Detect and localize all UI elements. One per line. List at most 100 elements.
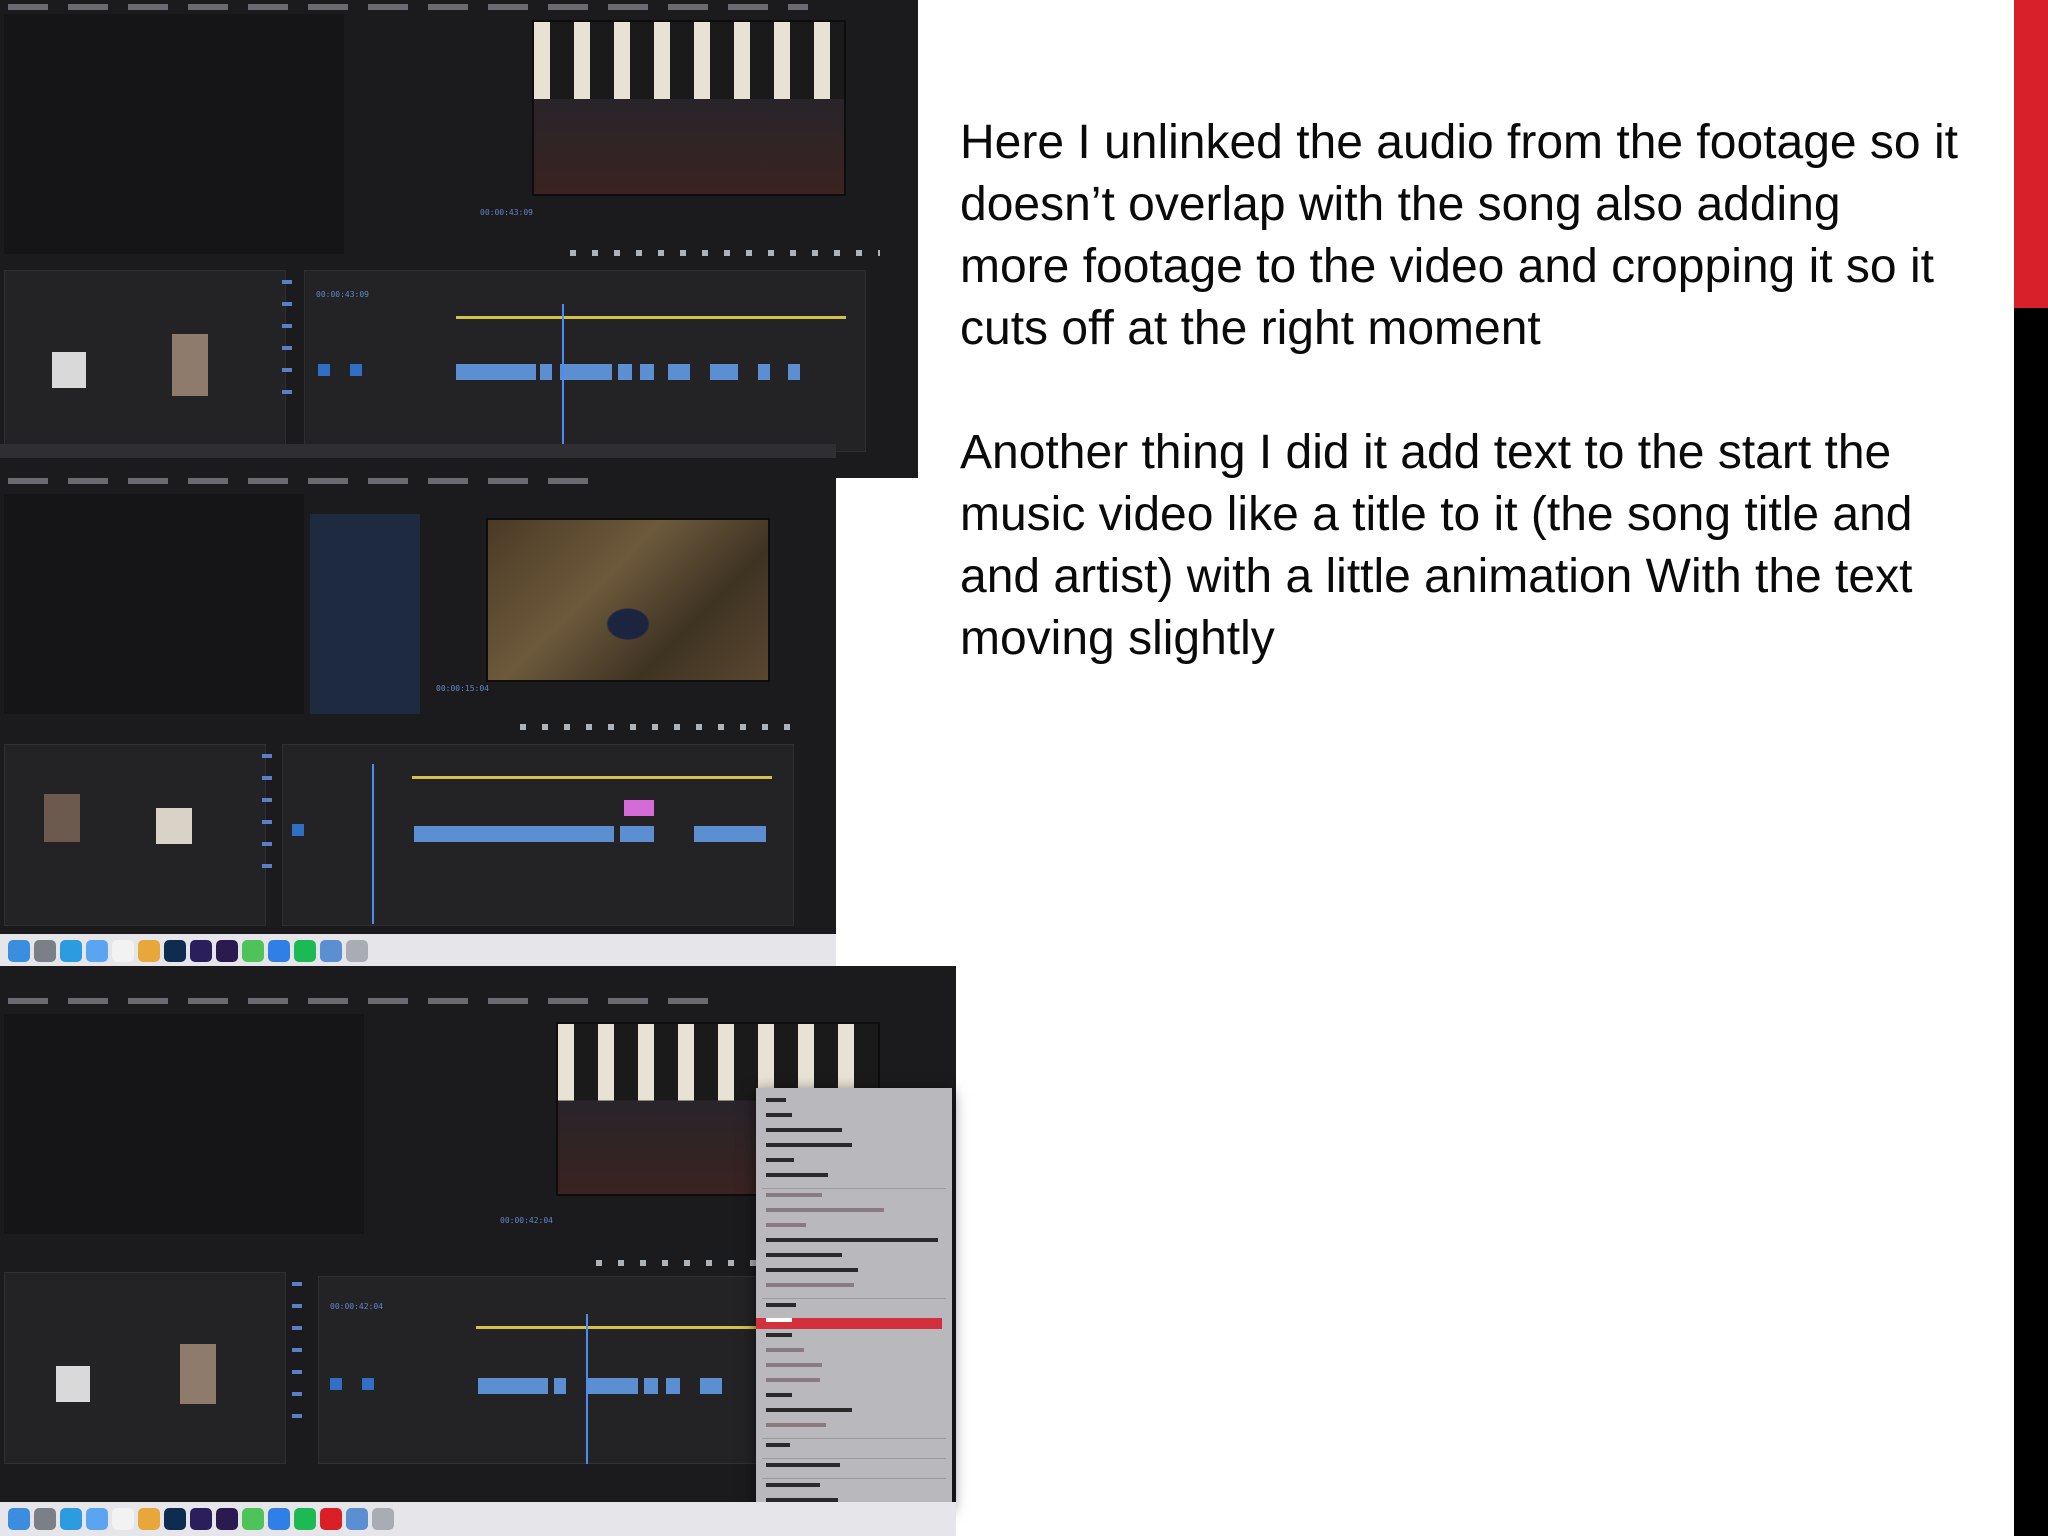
calendar-icon[interactable] [112, 940, 134, 962]
after-effects-icon[interactable] [190, 1508, 212, 1530]
menu-separator [762, 1438, 946, 1439]
menu-item [766, 1348, 804, 1359]
video-clip [478, 1378, 548, 1394]
program-monitor-frame [486, 518, 770, 682]
title-text-clip [624, 800, 654, 816]
spotify-icon[interactable] [294, 1508, 316, 1530]
timecode-readout: 00:00:42:04 [500, 1216, 553, 1225]
accent-bar-black [2014, 308, 2048, 1536]
menu-item[interactable] [766, 1408, 852, 1419]
menu-item[interactable] [766, 1443, 790, 1454]
menu-item-selected[interactable] [756, 1318, 942, 1329]
video-clip [540, 364, 552, 380]
menu-item[interactable] [766, 1393, 792, 1404]
timecode-readout: 00:00:15:04 [436, 684, 489, 693]
mail-icon[interactable] [86, 940, 108, 962]
premiere-icon[interactable] [216, 940, 238, 962]
clip-thumbnail [172, 334, 208, 396]
calendar-icon[interactable] [112, 1508, 134, 1530]
timeline-work-area [476, 1326, 756, 1329]
effect-controls-panel [4, 494, 304, 714]
messages-icon[interactable] [242, 940, 264, 962]
track-target-button [318, 364, 330, 376]
menu-item [766, 1283, 854, 1294]
menu-item[interactable] [766, 1158, 794, 1169]
messages-icon[interactable] [242, 1508, 264, 1530]
mail-icon[interactable] [86, 1508, 108, 1530]
project-panel [4, 270, 286, 472]
menu-item[interactable] [766, 1238, 938, 1249]
menu-item[interactable] [766, 1173, 828, 1184]
video-clip [710, 364, 738, 380]
video-clip [788, 364, 800, 380]
video-clip [644, 1378, 658, 1394]
menu-item[interactable] [766, 1098, 786, 1109]
video-clip [694, 826, 766, 842]
video-clip [588, 1378, 638, 1394]
photoshop-icon[interactable] [164, 1508, 186, 1530]
panel-tab-row [8, 478, 608, 484]
app-store-icon[interactable] [268, 1508, 290, 1530]
menu-item[interactable] [766, 1333, 792, 1344]
menu-item[interactable] [766, 1303, 796, 1314]
finder-icon[interactable] [8, 940, 30, 962]
launchpad-icon[interactable] [34, 940, 56, 962]
timeline-work-area [456, 316, 846, 319]
photos-icon[interactable] [138, 940, 160, 962]
safari-icon[interactable] [60, 940, 82, 962]
timeline-playhead [562, 304, 564, 454]
menu-item[interactable] [766, 1253, 842, 1264]
folder-icon[interactable] [320, 940, 342, 962]
clip-thumbnail [180, 1344, 216, 1404]
macos-dock [0, 1502, 956, 1536]
premiere-icon[interactable] [216, 1508, 238, 1530]
spotify-icon[interactable] [294, 940, 316, 962]
safari-icon[interactable] [60, 1508, 82, 1530]
video-clip [618, 364, 632, 380]
menu-item[interactable] [766, 1143, 852, 1154]
timeline-timecode: 00:00:43:09 [316, 290, 369, 299]
menu-separator [762, 1478, 946, 1479]
project-panel [4, 1272, 286, 1464]
menu-item[interactable] [766, 1483, 820, 1494]
track-target-button [362, 1378, 374, 1390]
adobe-cc-icon[interactable] [320, 1508, 342, 1530]
launchpad-icon[interactable] [34, 1508, 56, 1530]
menu-separator [762, 1188, 946, 1189]
photos-icon[interactable] [138, 1508, 160, 1530]
clip-thumbnail [44, 794, 80, 842]
slide-text-block: Here I unlinked the audio from the foota… [960, 112, 1960, 732]
video-clip [560, 364, 612, 380]
menu-item [766, 1208, 884, 1219]
macos-menu-bar [0, 444, 836, 458]
menu-item[interactable] [766, 1113, 792, 1124]
video-clip [640, 364, 654, 380]
paragraph-add-title: Another thing I did it add text to the s… [960, 426, 1913, 665]
premiere-pro-title-text-screenshot: 00:00:15:04 [0, 444, 836, 934]
video-clip [620, 826, 654, 842]
folder-icon[interactable] [346, 1508, 368, 1530]
timeline-panel [304, 270, 866, 452]
video-clip [456, 364, 536, 380]
menu-separator [762, 1458, 946, 1459]
video-clip [666, 1378, 680, 1394]
timeline-work-area [412, 776, 772, 779]
timeline-playhead [586, 1314, 588, 1464]
playback-controls [570, 250, 880, 256]
menu-item [766, 1363, 822, 1374]
photoshop-icon[interactable] [164, 940, 186, 962]
trash-icon[interactable] [372, 1508, 394, 1530]
playback-controls [520, 724, 800, 730]
paragraph-unlink-audio: Here I unlinked the audio from the foota… [960, 116, 1958, 355]
menu-item[interactable] [766, 1128, 842, 1139]
tools-panel [262, 754, 272, 874]
clip-context-menu [756, 1088, 952, 1522]
app-store-icon[interactable] [268, 940, 290, 962]
menu-item[interactable] [766, 1463, 840, 1474]
trash-icon[interactable] [346, 940, 368, 962]
after-effects-icon[interactable] [190, 940, 212, 962]
accent-bar-red [2014, 0, 2048, 308]
menu-item[interactable] [766, 1268, 858, 1279]
finder-icon[interactable] [8, 1508, 30, 1530]
menu-separator [762, 1298, 946, 1299]
